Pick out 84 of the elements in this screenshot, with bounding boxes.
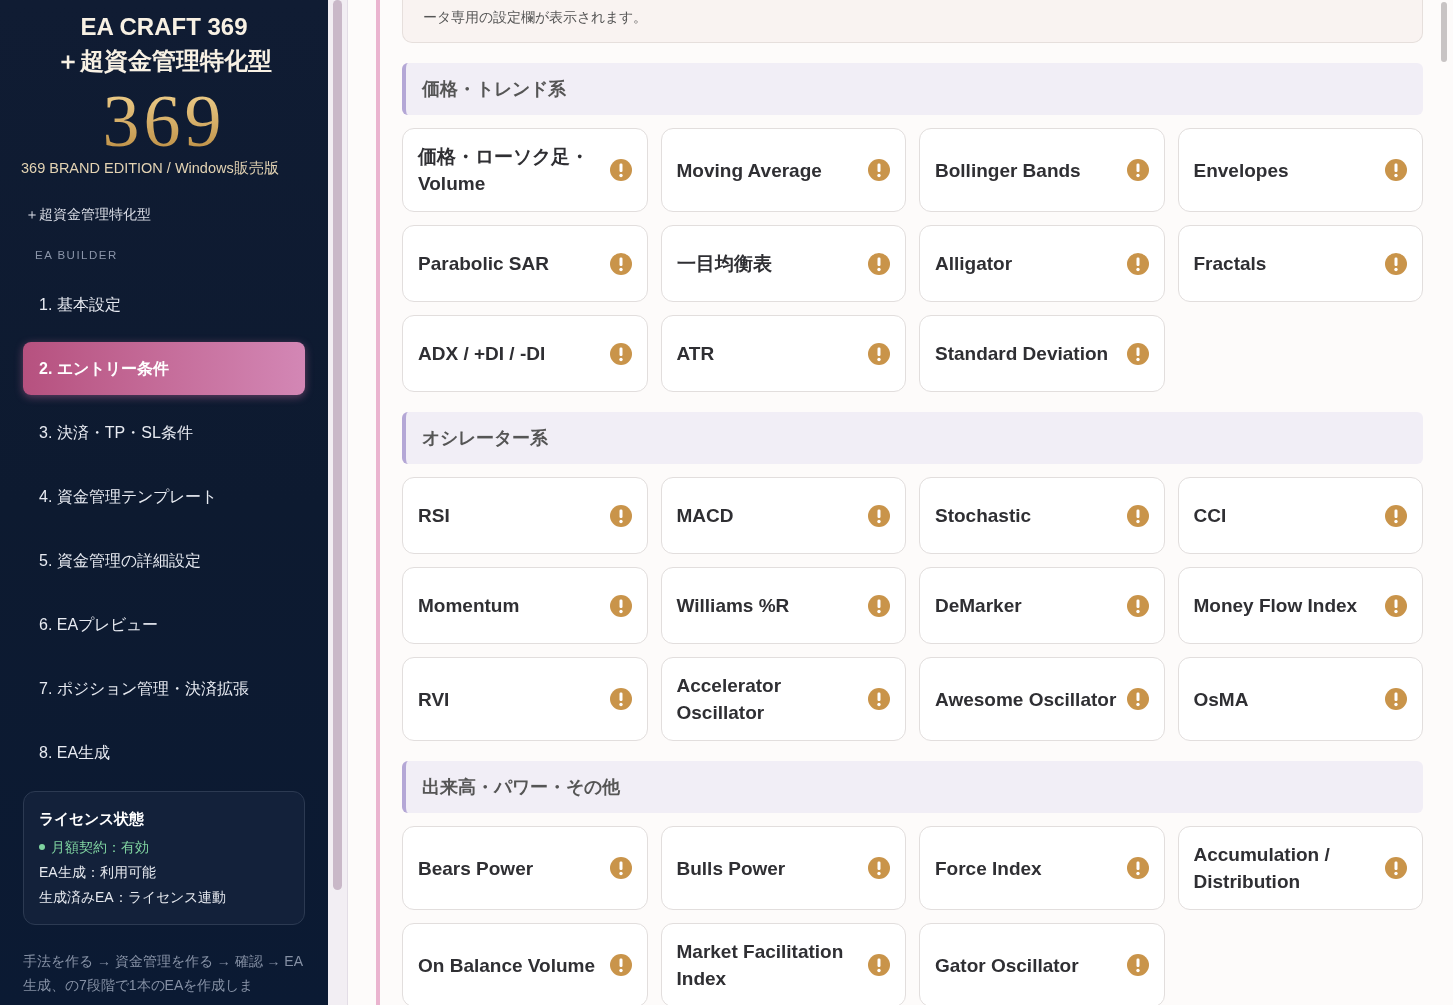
indicator-card[interactable]: Bears Power <box>402 826 648 911</box>
warning-icon <box>608 341 633 366</box>
indicator-card[interactable]: RSI <box>402 477 648 555</box>
indicator-card[interactable]: Accelerator Oscillator <box>660 657 906 742</box>
warning-icon <box>1384 687 1408 712</box>
license-title: ライセンス状態 <box>39 809 145 830</box>
indicator-card[interactable]: DeMarker <box>919 567 1165 645</box>
warning-icon <box>608 158 633 183</box>
indicator-card[interactable]: Fractals <box>1177 225 1423 303</box>
warning-icon <box>608 593 633 618</box>
warning-icon <box>608 687 633 712</box>
indicator-card[interactable]: 一目均衡表 <box>660 225 906 303</box>
warning-icon <box>1384 856 1408 881</box>
warning-icon <box>867 341 891 366</box>
license-line: EA生成：利用可能 <box>39 862 157 882</box>
app-subtitle: ＋超資金管理特化型 <box>55 46 273 76</box>
warning-icon <box>1125 856 1150 881</box>
warning-icon <box>867 503 891 528</box>
nav-item[interactable]: 8. EA生成 <box>23 726 305 780</box>
warning-icon <box>1384 251 1408 276</box>
indicator-card[interactable]: Parabolic SAR <box>402 225 648 303</box>
indicator-card[interactable]: Awesome Oscillator <box>919 657 1165 742</box>
section-title: 価格・トレンド系 <box>422 77 566 101</box>
warning-icon <box>1384 158 1408 183</box>
indicator-card[interactable]: On Balance Volume <box>402 923 648 1005</box>
indicator-card[interactable]: Bulls Power <box>660 826 906 911</box>
indicator-card[interactable]: Alligator <box>919 225 1165 303</box>
indicator-card[interactable]: Gator Oscillator <box>919 923 1165 1005</box>
warning-icon <box>1125 593 1150 618</box>
indicator-card[interactable]: 価格・ローソク足・Volume <box>402 128 648 213</box>
indicator-card[interactable]: Standard Deviation <box>919 315 1165 393</box>
status-dot-icon <box>39 844 45 851</box>
nav-item[interactable]: 3. 決済・TP・SL条件 <box>23 406 305 460</box>
intro-text: ータ専用の設定欄が表示されます。 <box>423 9 648 27</box>
license-line: 生成済みEA：ライセンス連動 <box>39 887 227 907</box>
indicator-card[interactable]: Moving Average <box>660 128 906 213</box>
license-status: 月額契約：有効 <box>51 837 149 857</box>
warning-icon <box>1125 341 1150 366</box>
warning-icon <box>867 251 891 276</box>
scrollbar-thumb <box>1441 2 1447 62</box>
warning-icon <box>1125 251 1150 276</box>
warning-icon <box>867 953 891 978</box>
indicator-card[interactable]: Money Flow Index <box>1177 567 1423 645</box>
nav-item[interactable]: 1. 基本設定 <box>23 278 305 332</box>
indicator-card[interactable]: Williams %R <box>660 567 906 645</box>
nav-item[interactable]: 5. 資金管理の詳細設定 <box>23 534 305 588</box>
indicator-card[interactable]: MACD <box>660 477 906 555</box>
section-title: オシレーター系 <box>422 426 548 450</box>
warning-icon <box>867 856 891 881</box>
warning-icon <box>867 687 891 712</box>
indicator-card[interactable]: RVI <box>402 657 648 742</box>
indicator-card[interactable]: Market Facilitation Index <box>660 923 906 1005</box>
section-title: 出来高・パワー・その他 <box>422 775 620 799</box>
warning-icon <box>608 856 633 881</box>
nav-item[interactable]: 2. エントリー条件 <box>23 342 305 396</box>
tagline: ＋超資金管理特化型 <box>25 205 152 224</box>
indicator-card[interactable]: CCI <box>1177 477 1423 555</box>
warning-icon <box>1384 593 1408 618</box>
indicator-card[interactable]: Force Index <box>919 826 1165 911</box>
warning-icon <box>867 593 891 618</box>
nav-item[interactable]: 7. ポジション管理・決済拡張 <box>23 662 305 716</box>
indicator-card[interactable]: Bollinger Bands <box>919 128 1165 213</box>
nav-item[interactable]: 4. 資金管理テンプレート <box>23 470 305 524</box>
indicator-card[interactable]: Accumulation / Distribution <box>1177 826 1423 911</box>
warning-icon <box>867 158 891 183</box>
indicator-card[interactable]: ATR <box>660 315 906 393</box>
warning-icon <box>1125 503 1150 528</box>
warning-icon <box>1384 503 1408 528</box>
warning-icon <box>1125 687 1150 712</box>
section-label: EA BUILDER <box>35 248 119 263</box>
footer-text: 手法を作る → 資金管理を作る → 確認 → EA生成、の7段階で1本のEAを作成しま <box>23 951 304 995</box>
app-title: EA CRAFT 369 <box>79 12 249 42</box>
warning-icon <box>608 251 633 276</box>
indicator-card[interactable]: ADX / +DI / -DI <box>402 315 648 393</box>
warning-icon <box>608 503 633 528</box>
indicator-card[interactable]: Momentum <box>402 567 648 645</box>
indicator-card[interactable]: Envelopes <box>1177 128 1423 213</box>
warning-icon <box>608 953 633 978</box>
edition-label: 369 BRAND EDITION / Windows販売版 <box>21 159 280 178</box>
indicator-card[interactable]: Stochastic <box>919 477 1165 555</box>
warning-icon <box>1125 953 1150 978</box>
indicator-card[interactable]: OsMA <box>1177 657 1423 742</box>
warning-icon <box>1125 158 1150 183</box>
nav-item[interactable]: 6. EAプレビュー <box>23 598 305 652</box>
